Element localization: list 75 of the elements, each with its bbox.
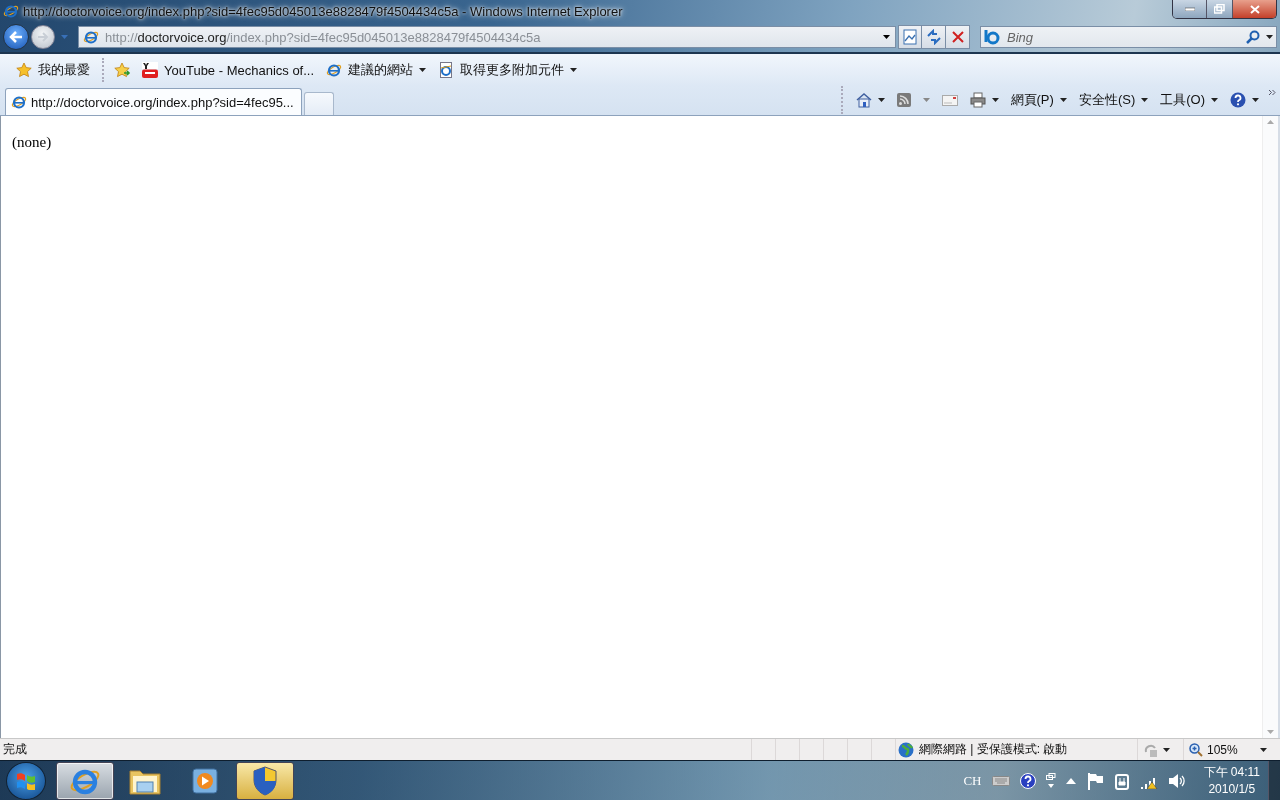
favorites-button[interactable]: 我的最愛: [12, 59, 94, 81]
search-icon[interactable]: [1246, 30, 1260, 44]
chevron-icon: [1268, 89, 1276, 96]
taskbar-app-button[interactable]: [56, 761, 114, 800]
back-button[interactable]: [3, 24, 29, 50]
page-icon: [11, 94, 27, 110]
shield-icon: [252, 765, 278, 796]
command-menu[interactable]: 網頁(P): [1005, 89, 1072, 111]
browser-tab[interactable]: http://doctorvoice.org/index.php?sid=4fec95...: [5, 88, 302, 115]
restore-icon: [1214, 4, 1225, 14]
page-icon: [438, 62, 455, 78]
star-with-arrow-icon: [114, 62, 132, 78]
caret-icon: [1266, 35, 1273, 39]
show-desktop-button[interactable]: [1268, 760, 1280, 800]
broken-page-icon: [902, 29, 918, 45]
caret-icon: [877, 98, 885, 102]
caret-icon: [991, 98, 999, 102]
caret-icon: [570, 68, 578, 72]
caret-icon: [1211, 98, 1218, 102]
caret-icon: [61, 35, 68, 39]
command-menu[interactable]: 工具(O): [1155, 89, 1223, 111]
refresh-button[interactable]: [922, 25, 946, 49]
envelope-icon: [941, 94, 958, 106]
caret-icon: [1141, 98, 1149, 102]
printer-icon: [969, 92, 986, 108]
window-title: http://doctorvoice.org/index.php?sid=4fec95d045013e8828479f4504434c5a - Windows Internet Explorer: [23, 3, 623, 19]
favorites-bar-link[interactable]: 取得更多附加元件: [434, 59, 582, 81]
restore-button[interactable]: [1206, 0, 1232, 18]
help-icon: [1230, 92, 1246, 108]
back-arrow-icon: [9, 31, 23, 43]
restore-language-bar-icon[interactable]: [1045, 772, 1056, 789]
search-provider-icon: [984, 29, 1002, 45]
speaker-icon[interactable]: [1167, 772, 1186, 789]
star-icon: [16, 62, 32, 78]
minimize-icon: [1184, 7, 1195, 11]
taskbar-clock[interactable]: 下午 04:11 2010/1/5: [1203, 763, 1260, 798]
flag-icon[interactable]: [1085, 771, 1104, 790]
stop-button[interactable]: [946, 25, 970, 49]
caret-icon: [883, 35, 890, 39]
ie-icon: [326, 62, 343, 78]
caret-icon: [1252, 98, 1259, 102]
forward-button[interactable]: [31, 25, 55, 49]
refresh-icon: [925, 29, 942, 45]
feed-icon: [896, 93, 911, 107]
page-text: (none): [12, 134, 52, 150]
home-icon: [855, 92, 872, 108]
show-hidden-icons-icon[interactable]: [1065, 777, 1076, 784]
caret-icon: [1163, 747, 1170, 752]
status-text: 完成: [3, 741, 27, 758]
caret-icon: [1259, 747, 1267, 752]
media-player-icon: [192, 767, 218, 794]
caret-icon: [419, 68, 427, 72]
command-menu[interactable]: 安全性(S): [1073, 89, 1154, 111]
search-field[interactable]: Bing: [980, 26, 1277, 48]
magnifier-icon: [1189, 742, 1203, 757]
globe-icon: [898, 741, 914, 758]
caret-icon: [922, 98, 930, 102]
power-plug-icon[interactable]: [1113, 771, 1130, 790]
caret-icon: [1059, 98, 1067, 102]
start-button[interactable]: [6, 761, 46, 800]
ie-logo-icon: [3, 3, 19, 19]
close-button[interactable]: [1232, 0, 1276, 18]
favorites-bar-link[interactable]: YouTube - Mechanics of...: [138, 60, 319, 80]
favorites-bar-link[interactable]: 建議的網站: [322, 59, 431, 81]
windows-logo-icon: [16, 771, 36, 790]
compatibility-view-button[interactable]: [898, 25, 922, 49]
zoom-level-button[interactable]: 105%: [1189, 742, 1267, 757]
security-zone-text: 網際網路 | 受保護模式: 啟動: [919, 741, 1068, 758]
page-icon: [83, 29, 99, 45]
close-icon: [1249, 4, 1260, 14]
forward-arrow-icon: [37, 32, 49, 42]
stop-icon: [951, 31, 964, 43]
taskbar-app-button[interactable]: [236, 761, 294, 800]
address-field[interactable]: http://doctorvoice.org/index.php?sid=4fec95d045013e8828479f4504434c5a: [78, 26, 896, 48]
help-icon[interactable]: [1019, 772, 1036, 789]
